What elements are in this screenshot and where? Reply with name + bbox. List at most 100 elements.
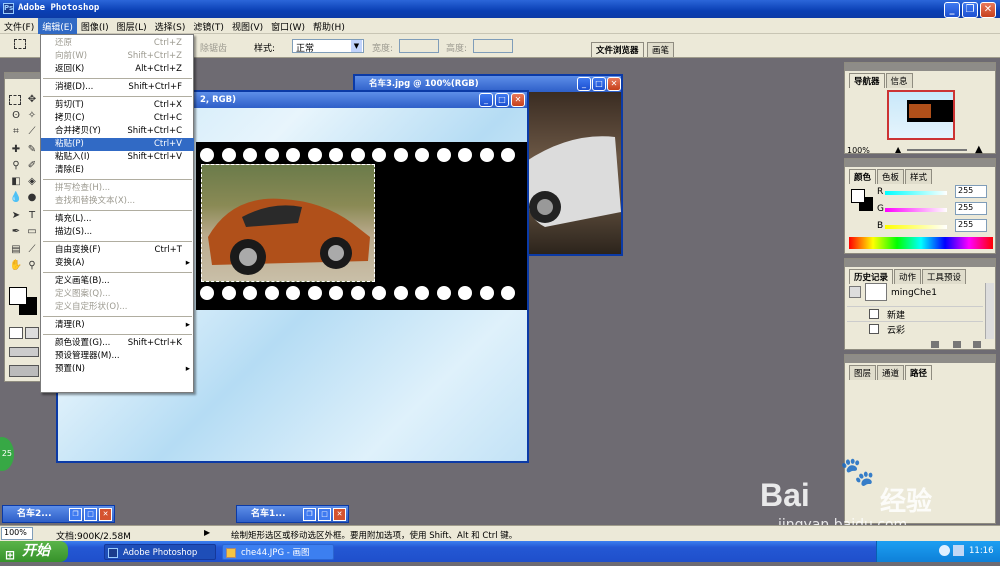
b-value-input[interactable]: 255 bbox=[955, 219, 987, 232]
status-zoom-field[interactable]: 100% bbox=[1, 527, 33, 540]
tab-channels[interactable]: 通道 bbox=[877, 365, 905, 380]
g-slider[interactable] bbox=[885, 208, 947, 212]
zoom-in-icon[interactable]: ▲ bbox=[975, 144, 983, 155]
tab-color[interactable]: 颜色 bbox=[849, 169, 877, 184]
doc-main-minimize-button[interactable]: _ bbox=[479, 93, 493, 107]
screen-mode-icon[interactable] bbox=[9, 347, 39, 357]
bucket-tool-icon[interactable]: ◈ bbox=[25, 175, 39, 189]
pen-tool-icon[interactable]: ✒ bbox=[9, 225, 23, 239]
taskbar-item-paint[interactable]: che44.JPG - 画图 bbox=[222, 544, 334, 560]
maximize-icon[interactable]: □ bbox=[318, 508, 331, 521]
pasted-car-selection[interactable] bbox=[201, 164, 375, 282]
dodge-tool-icon[interactable]: ● bbox=[25, 191, 39, 205]
edit-menu-item[interactable]: 剪切(T) Ctrl+X bbox=[41, 99, 194, 112]
edit-menu-item[interactable]: 填充(L)... bbox=[41, 213, 194, 226]
history-item-clouds[interactable]: 云彩 bbox=[847, 321, 983, 336]
width-input[interactable] bbox=[399, 39, 439, 53]
menu-select[interactable]: 选择(S) bbox=[151, 18, 190, 35]
hand-tool-icon[interactable]: ✋ bbox=[9, 259, 23, 273]
edit-menu-item[interactable]: 自由变换(F) Ctrl+T bbox=[41, 244, 194, 257]
navigator-thumbnail[interactable] bbox=[887, 90, 955, 140]
edit-menu-item[interactable]: 预设管理器(M)... bbox=[41, 350, 194, 363]
restore-button[interactable]: ❐ bbox=[962, 2, 978, 18]
edit-menu-item[interactable]: 清理(R) ▸ bbox=[41, 319, 194, 332]
path-tool-icon[interactable]: ➤ bbox=[9, 209, 23, 223]
restore-icon[interactable]: ❐ bbox=[69, 508, 82, 521]
color-fg-swatch[interactable] bbox=[851, 189, 865, 203]
zoom-tool-icon[interactable]: ⚲ bbox=[25, 259, 39, 273]
menu-edit[interactable]: 编辑(E) bbox=[38, 18, 77, 35]
minimize-button[interactable]: _ bbox=[944, 2, 960, 18]
close-icon[interactable]: ✕ bbox=[333, 508, 346, 521]
status-arrow-icon[interactable]: ▶ bbox=[204, 528, 210, 537]
minimized-window-car2[interactable]: 名车2... ❐ □ ✕ bbox=[2, 505, 115, 523]
move-tool-icon[interactable]: ✥ bbox=[25, 93, 39, 107]
side-badge[interactable]: 25 bbox=[0, 437, 14, 471]
crop-tool-icon[interactable]: ⌗ bbox=[9, 125, 23, 139]
tab-swatches[interactable]: 色板 bbox=[877, 169, 905, 184]
edit-menu-item[interactable]: 变换(A) ▸ bbox=[41, 257, 194, 270]
doc3-maximize-button[interactable]: □ bbox=[592, 77, 606, 91]
new-document-icon[interactable] bbox=[953, 341, 961, 348]
style-select[interactable]: 正常 ▼ bbox=[292, 39, 364, 54]
new-snapshot-icon[interactable] bbox=[931, 341, 939, 348]
wand-tool-icon[interactable]: ✧ bbox=[25, 109, 39, 123]
zoom-slider[interactable] bbox=[907, 149, 967, 151]
tab-styles[interactable]: 样式 bbox=[905, 169, 933, 184]
healing-tool-icon[interactable]: ✚ bbox=[9, 143, 23, 157]
edit-menu-item[interactable]: 返回(K) Alt+Ctrl+Z bbox=[41, 63, 194, 76]
edit-menu-item[interactable]: 粘贴(P) Ctrl+V bbox=[41, 138, 194, 151]
tab-brushes[interactable]: 画笔 bbox=[647, 42, 675, 57]
edit-menu-item[interactable]: 拷贝(C) Ctrl+C bbox=[41, 112, 194, 125]
doc-main-close-button[interactable]: ✕ bbox=[511, 93, 525, 107]
quick-mask-on-icon[interactable] bbox=[25, 327, 39, 339]
edit-menu-item[interactable]: 消褪(D)... Shift+Ctrl+F bbox=[41, 81, 194, 94]
notes-tool-icon[interactable]: ▤ bbox=[9, 243, 23, 257]
doc3-close-button[interactable]: ✕ bbox=[607, 77, 621, 91]
edit-menu-item[interactable]: 预置(N) ▸ bbox=[41, 363, 194, 376]
menu-view[interactable]: 视图(V) bbox=[228, 18, 267, 35]
menu-file[interactable]: 文件(F) bbox=[0, 18, 38, 35]
edit-menu-item[interactable]: 清除(E) bbox=[41, 164, 194, 177]
shape-tool-icon[interactable]: ▭ bbox=[25, 225, 39, 239]
lasso-tool-icon[interactable]: ʘ bbox=[9, 109, 23, 123]
eyedropper-tool-icon[interactable]: ⟋ bbox=[25, 243, 39, 257]
minimized-window-car1[interactable]: 名车1... ❐ □ ✕ bbox=[236, 505, 349, 523]
restore-icon[interactable]: ❐ bbox=[303, 508, 316, 521]
doc3-minimize-button[interactable]: _ bbox=[577, 77, 591, 91]
history-snapshot-thumb[interactable] bbox=[865, 283, 887, 301]
history-brush-icon[interactable]: ✐ bbox=[25, 159, 39, 173]
edit-menu-item[interactable]: 描边(S)... bbox=[41, 226, 194, 239]
eraser-tool-icon[interactable]: ◧ bbox=[9, 175, 23, 189]
menu-layer[interactable]: 图层(L) bbox=[113, 18, 151, 35]
menu-help[interactable]: 帮助(H) bbox=[309, 18, 349, 35]
close-icon[interactable]: ✕ bbox=[99, 508, 112, 521]
type-tool-icon[interactable]: T bbox=[25, 209, 39, 223]
zoom-out-icon[interactable]: ▲ bbox=[895, 145, 901, 154]
edit-menu-item[interactable]: 合并拷贝(Y) Shift+Ctrl+C bbox=[41, 125, 194, 138]
tab-file-browser[interactable]: 文件浏览器 bbox=[591, 42, 644, 57]
edit-menu-item[interactable]: 定义画笔(B)... bbox=[41, 275, 194, 288]
height-input[interactable] bbox=[473, 39, 513, 53]
trash-icon[interactable] bbox=[973, 341, 981, 348]
navigator-zoom[interactable]: 100% bbox=[847, 146, 870, 155]
edit-menu-item[interactable]: 粘贴入(I) Shift+Ctrl+V bbox=[41, 151, 194, 164]
close-button[interactable]: ✕ bbox=[980, 2, 996, 18]
history-brush-source-icon[interactable] bbox=[849, 286, 861, 298]
slice-tool-icon[interactable]: ⟋ bbox=[25, 125, 39, 139]
tab-info[interactable]: 信息 bbox=[885, 73, 913, 88]
tray-icon-2[interactable] bbox=[953, 545, 964, 556]
edit-menu-item[interactable]: 颜色设置(G)... Shift+Ctrl+K bbox=[41, 337, 194, 350]
marquee-option-icon[interactable] bbox=[14, 39, 26, 49]
tab-layers[interactable]: 图层 bbox=[849, 365, 877, 380]
taskbar-item-photoshop[interactable]: Adobe Photoshop bbox=[104, 544, 216, 560]
foreground-color-swatch[interactable] bbox=[9, 287, 27, 305]
brush-tool-icon[interactable]: ✎ bbox=[25, 143, 39, 157]
menu-window[interactable]: 窗口(W) bbox=[267, 18, 309, 35]
stamp-tool-icon[interactable]: ⚲ bbox=[9, 159, 23, 173]
maximize-icon[interactable]: □ bbox=[84, 508, 97, 521]
tray-icon-1[interactable] bbox=[939, 545, 950, 556]
tab-history[interactable]: 历史记录 bbox=[849, 269, 894, 284]
jump-to-icon[interactable] bbox=[9, 365, 39, 377]
tab-tool-presets[interactable]: 工具预设 bbox=[922, 269, 967, 284]
